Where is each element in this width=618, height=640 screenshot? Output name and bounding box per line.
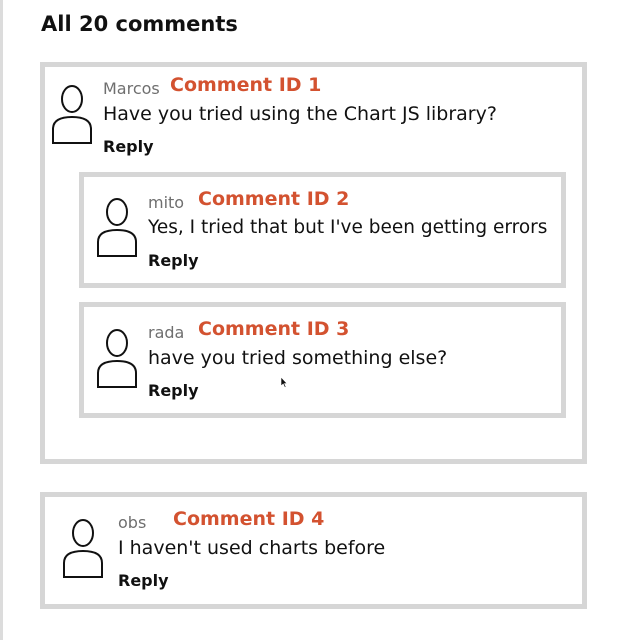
reply-button[interactable]: Reply (118, 571, 169, 590)
user-avatar-icon (97, 329, 137, 388)
user-avatar-icon (63, 519, 103, 578)
reply-button[interactable]: Reply (148, 251, 199, 270)
comment-text: have you tried something else? (148, 347, 448, 369)
user-avatar-icon (52, 85, 92, 144)
comment-text: Have you tried using the Chart JS librar… (103, 103, 497, 125)
reply-button[interactable]: Reply (148, 381, 199, 400)
comment-author: Marcos (103, 79, 160, 98)
mouse-pointer-icon (280, 376, 288, 388)
comment-author: mito (148, 193, 185, 212)
left-divider (0, 0, 3, 640)
comment-id-label: Comment ID 2 (198, 188, 350, 210)
reply-button[interactable]: Reply (103, 137, 154, 156)
comment-author: rada (148, 323, 185, 342)
comments-heading: All 20 comments (41, 12, 238, 36)
comment-text: I haven't used charts before (118, 537, 386, 559)
comment-author: obs (118, 513, 147, 532)
user-avatar-icon (97, 198, 137, 257)
comment-id-label: Comment ID 4 (173, 508, 325, 530)
comment-id-label: Comment ID 3 (198, 318, 350, 340)
comment-id-label: Comment ID 1 (170, 74, 322, 96)
comment-text: Yes, I tried that but I've been getting … (148, 217, 548, 238)
